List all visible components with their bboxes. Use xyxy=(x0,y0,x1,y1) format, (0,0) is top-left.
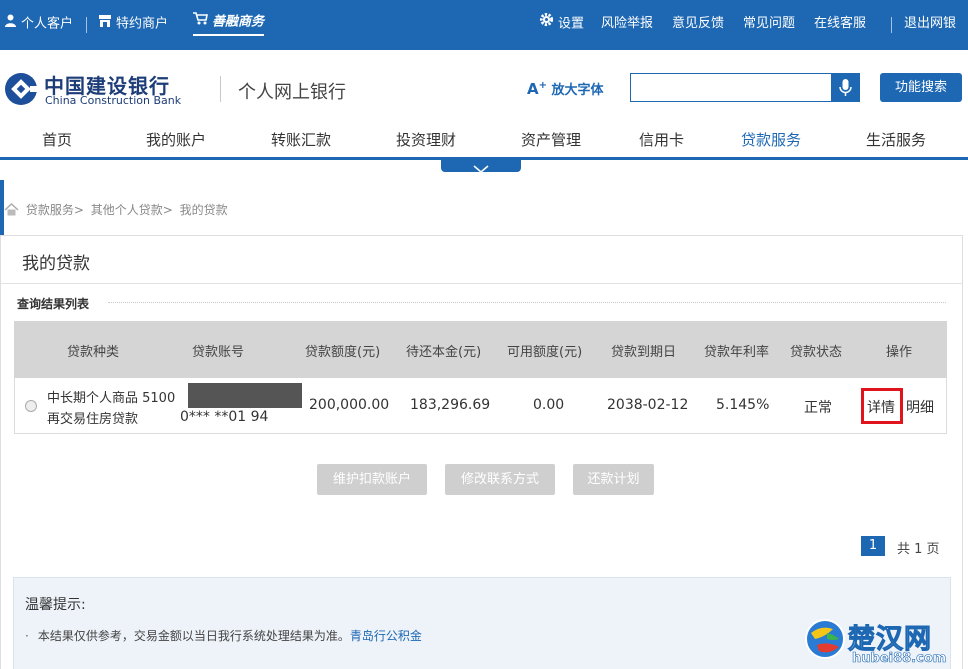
table-header: 贷款种类 贷款账号 贷款额度(元) 待还本金(元) 可用额度(元) 贷款到期日 … xyxy=(14,321,947,378)
faq-link[interactable]: 常见问题 xyxy=(743,0,795,50)
tip-message: 本结果仅供参考，交易金额以当日我行系统处理结果为准。 xyxy=(37,629,350,643)
header-due-date: 贷款到期日 xyxy=(611,345,677,360)
cell-rate: 5.145% xyxy=(716,397,770,413)
ccb-logo[interactable]: 中国建设银行 China Construction Bank xyxy=(4,70,204,110)
bullet: · xyxy=(25,629,29,643)
feedback-link[interactable]: 意见反馈 xyxy=(672,0,724,50)
tip-text: · 本结果仅供参考，交易金额以当日我行系统处理结果为准。青岛行公积金 xyxy=(25,627,422,644)
font-plus-icon: A+ xyxy=(527,80,547,98)
watermark-en: hubei88.com xyxy=(852,651,947,667)
main-nav: 首页 我的账户 转账汇款 投资理财 资产管理 信用卡 贷款服务 生活服务 xyxy=(0,120,968,160)
merchant-link[interactable]: 特约商户 xyxy=(98,0,168,50)
bank-name-en: China Construction Bank xyxy=(45,94,182,107)
page-number-current[interactable]: 1 xyxy=(861,536,885,556)
shanrong-link[interactable]: 善融商务 xyxy=(193,12,265,36)
nav-loan-service[interactable]: 贷款服务 xyxy=(741,129,801,150)
tip-title: 温馨提示: xyxy=(25,597,86,613)
nav-life-service[interactable]: 生活服务 xyxy=(866,129,926,150)
cell-outstanding: 183,296.69 xyxy=(410,397,491,413)
cart-icon xyxy=(193,12,208,32)
divider xyxy=(220,76,221,102)
header-available: 可用额度(元) xyxy=(507,345,583,360)
ccb-logo-icon xyxy=(5,73,38,105)
header-status: 贷款状态 xyxy=(790,345,843,360)
search-input[interactable] xyxy=(630,73,860,102)
function-search-button[interactable]: 功能搜索 xyxy=(880,73,962,102)
cell-loan-type-line1: 中长期个人商品 5100 xyxy=(47,391,176,406)
shanrong-label: 善融商务 xyxy=(212,14,265,30)
nav-expand-toggle[interactable] xyxy=(441,160,521,174)
divider xyxy=(108,302,946,303)
nav-transfer[interactable]: 转账汇款 xyxy=(271,129,331,150)
divider xyxy=(1,283,962,284)
page-total: 共 1 页 xyxy=(897,542,940,557)
detail-link[interactable]: 详情 xyxy=(867,397,895,417)
nav-credit-card[interactable]: 信用卡 xyxy=(639,129,684,150)
gear-icon xyxy=(539,0,554,48)
breadcrumb-loan-service[interactable]: 贷款服务> xyxy=(26,203,84,217)
nav-my-account[interactable]: 我的账户 xyxy=(146,129,206,150)
header-account: 贷款账号 xyxy=(192,345,245,360)
header-loan-type: 贷款种类 xyxy=(67,345,120,360)
repay-plan-button[interactable]: 还款计划 xyxy=(573,464,654,495)
nav-home[interactable]: 首页 xyxy=(42,129,72,150)
settings-link[interactable]: 设置 xyxy=(539,0,584,50)
enlarge-font-label: 放大字体 xyxy=(551,83,604,98)
voice-search-button[interactable] xyxy=(831,74,860,101)
header-rate: 贷款年利率 xyxy=(704,345,770,360)
user-icon xyxy=(4,0,17,48)
chevron-down-icon xyxy=(473,165,489,174)
site-watermark: 楚汉网 hubei88.com xyxy=(800,615,965,669)
enlarge-font-button[interactable]: A+ 放大字体 xyxy=(527,79,604,98)
page-title: 我的贷款 xyxy=(22,254,90,274)
settings-label: 设置 xyxy=(558,16,585,32)
statement-link[interactable]: 明细 xyxy=(906,397,934,417)
divider xyxy=(86,17,87,33)
cell-available: 0.00 xyxy=(533,397,565,413)
personal-customer-label: 个人客户 xyxy=(21,16,74,32)
breadcrumb-my-loans: 我的贷款 xyxy=(179,203,228,217)
personal-customer-link[interactable]: 个人客户 xyxy=(4,0,73,50)
header-actions: 操作 xyxy=(886,345,913,360)
header-outstanding: 待还本金(元) xyxy=(406,345,482,360)
table-row: 中长期个人商品 5100 再交易住房贷款 0*** **01 94 200,00… xyxy=(14,378,947,434)
cell-status: 正常 xyxy=(804,400,832,416)
redacted-block xyxy=(188,383,302,408)
section-title: 查询结果列表 xyxy=(17,297,90,311)
home-icon[interactable] xyxy=(4,203,23,217)
cell-account: 0*** **01 94 xyxy=(180,409,269,425)
cell-due-date: 2038-02-12 xyxy=(607,397,689,413)
cell-loan-type-line2: 再交易住房贷款 xyxy=(47,412,139,427)
nav-assets[interactable]: 资产管理 xyxy=(521,129,581,150)
product-title: 个人网上银行 xyxy=(238,82,346,103)
risk-report-link[interactable]: 风险举报 xyxy=(601,0,653,50)
header-limit: 贷款额度(元) xyxy=(305,345,381,360)
top-bar: 个人客户 特约商户 善融商务 设置 风险举报 意见反馈 常见问题 在线客服 退出… xyxy=(0,0,968,50)
logout-link[interactable]: 退出网银 xyxy=(904,0,956,50)
maintain-account-button[interactable]: 维护扣款账户 xyxy=(317,464,427,495)
row-select-radio[interactable] xyxy=(25,400,37,412)
store-icon xyxy=(98,0,112,48)
divider xyxy=(891,17,892,33)
nav-investment[interactable]: 投资理财 xyxy=(396,129,456,150)
tip-source: 青岛行公积金 xyxy=(349,629,422,643)
modify-contact-button[interactable]: 修改联系方式 xyxy=(445,464,555,495)
online-service-link[interactable]: 在线客服 xyxy=(814,0,866,50)
breadcrumb-other-loans[interactable]: 其他个人贷款> xyxy=(91,203,173,217)
merchant-label: 特约商户 xyxy=(116,16,169,32)
globe-logo-icon xyxy=(805,619,845,659)
breadcrumb: 贷款服务> 其他个人贷款> 我的贷款 xyxy=(4,201,231,218)
cell-limit: 200,000.00 xyxy=(309,397,390,413)
microphone-icon xyxy=(839,79,852,96)
